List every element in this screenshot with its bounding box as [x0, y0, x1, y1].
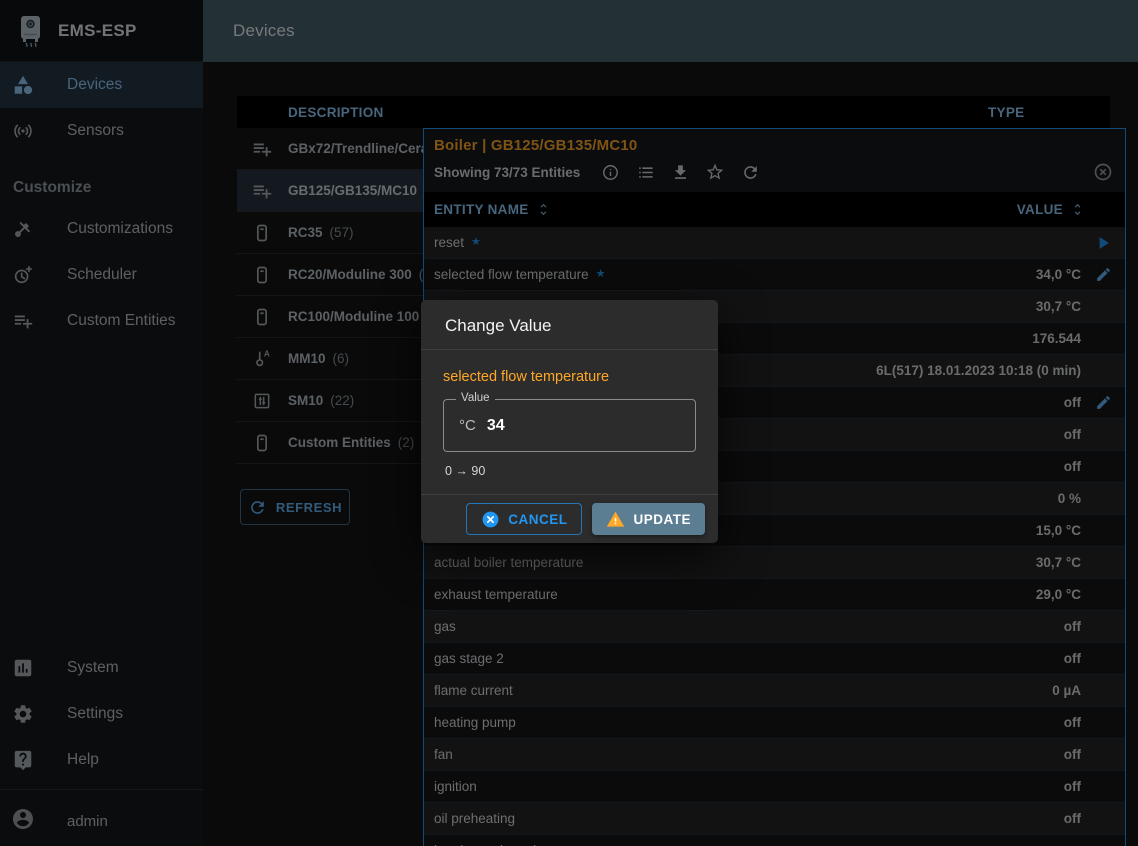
input-label: Value	[456, 392, 495, 404]
ems-esp-app: EMS-ESP Devices Sensors Customize Custom…	[0, 0, 1138, 846]
unit-adornment: °C	[459, 417, 476, 434]
input-content[interactable]: °C 34	[444, 400, 695, 451]
update-button[interactable]: UPDATE	[592, 503, 705, 535]
dialog-title: Change Value	[421, 300, 718, 350]
cancel-circle-icon	[481, 510, 500, 529]
cancel-label: CANCEL	[508, 512, 567, 527]
range-helper-text: 0 → 90	[445, 464, 696, 478]
cancel-button[interactable]: CANCEL	[466, 503, 582, 535]
dialog-footer: CANCEL UPDATE	[421, 494, 718, 543]
warning-icon	[606, 510, 625, 529]
update-label: UPDATE	[633, 512, 691, 527]
entity-label: selected flow temperature	[443, 369, 696, 385]
dialog-body: selected flow temperature Value °C 34 0 …	[421, 350, 718, 494]
value-input[interactable]: Value °C 34	[443, 399, 696, 452]
change-value-dialog: Change Value selected flow temperature V…	[421, 300, 718, 543]
input-value: 34	[487, 417, 505, 435]
